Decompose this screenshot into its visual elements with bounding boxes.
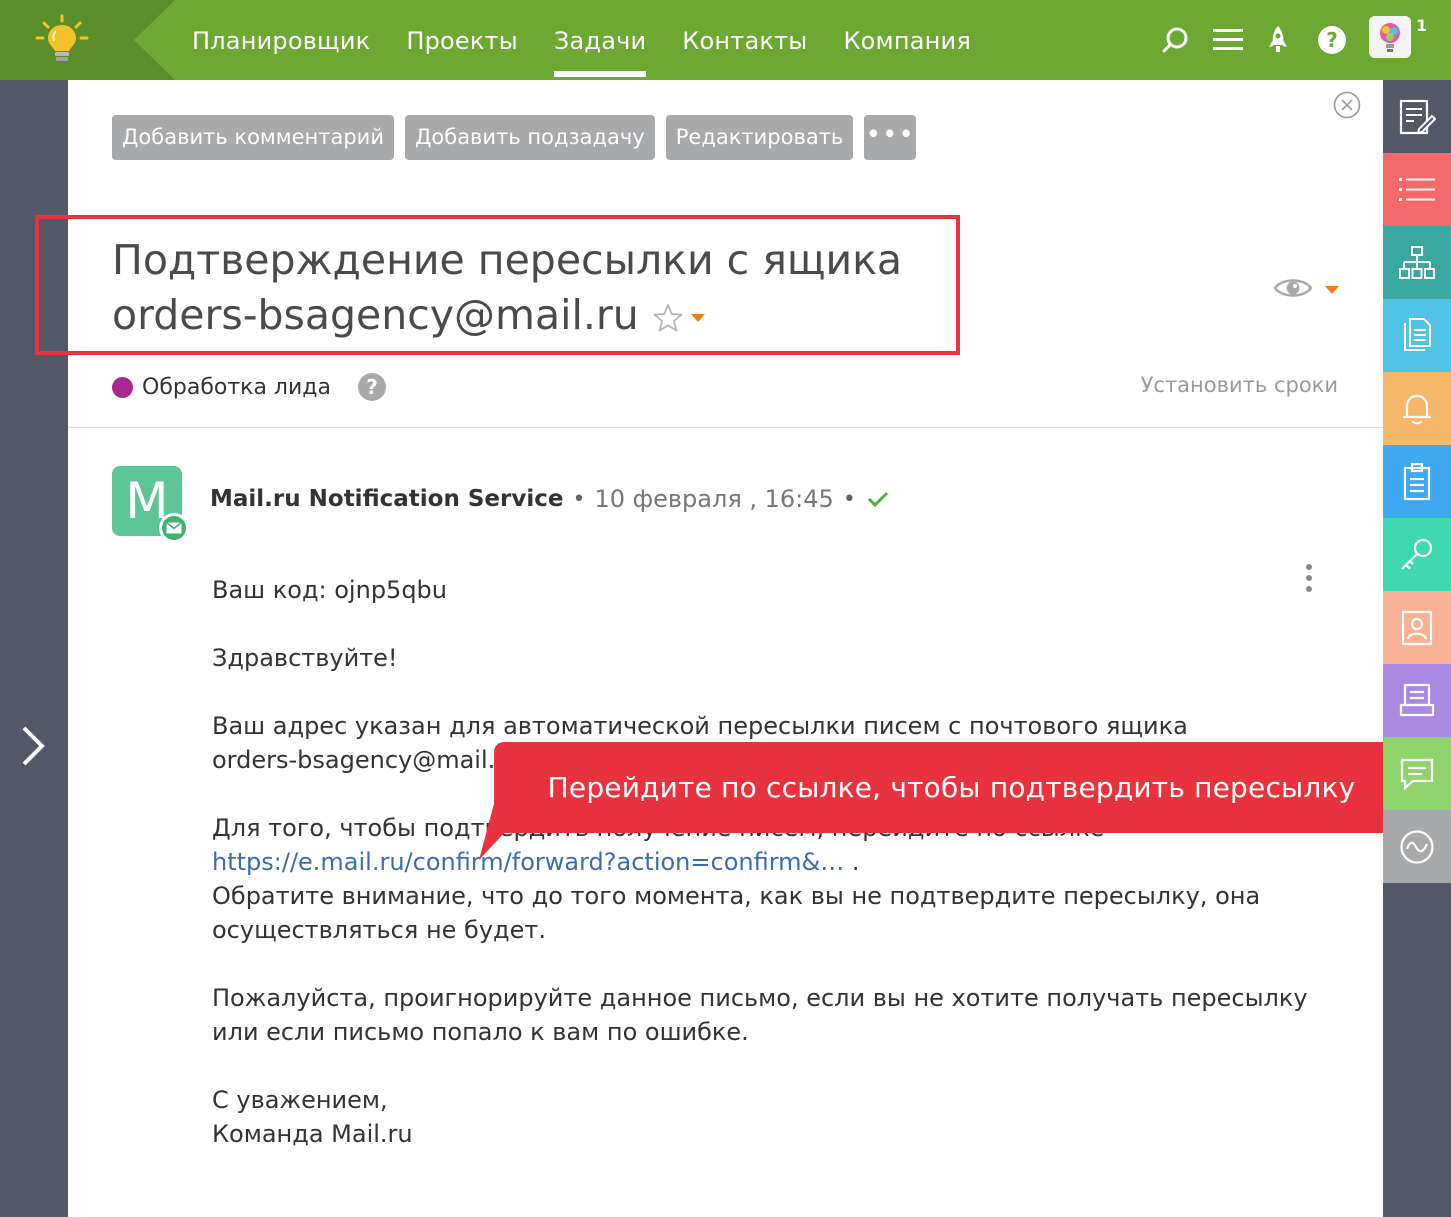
forward-line2: orders-bsagency@mail.ru. — [212, 746, 528, 774]
nav-item-planner[interactable]: Планировщик — [192, 0, 370, 80]
task-title-line2-wrap: orders-bsagency@mail.ru — [112, 288, 932, 343]
greeting: Здравствуйте! — [212, 644, 398, 672]
chat-icon — [1400, 758, 1434, 790]
rail-item-contacts[interactable] — [1383, 591, 1451, 664]
code-line: Ваш код: ojnp5qbu — [212, 576, 447, 604]
nav-item-projects[interactable]: Проекты — [406, 0, 518, 80]
separator-dot: • — [842, 486, 856, 512]
nav-item-tasks[interactable]: Задачи — [553, 0, 647, 80]
set-dates-link[interactable]: Установить сроки — [1141, 373, 1338, 397]
notice-text: Обратите внимание, что до того момента, … — [212, 882, 1261, 944]
activity-icon — [1400, 829, 1434, 864]
key-icon — [1401, 538, 1433, 570]
confirm-link-suffix: . — [844, 848, 860, 876]
rail-item-access[interactable] — [1383, 518, 1451, 591]
task-actions: Добавить комментарий Добавить подзадачу … — [112, 115, 927, 160]
main-nav: Планировщик Проекты Задачи Контакты Комп… — [192, 0, 1007, 80]
rail-item-documents[interactable] — [1383, 299, 1451, 372]
title-dropdown-caret-icon[interactable] — [690, 314, 705, 322]
separator-dot: • — [572, 486, 586, 512]
task-title: Подтверждение пересылки с ящика orders-b… — [112, 233, 932, 343]
task-title-line1: Подтверждение пересылки с ящика — [112, 236, 903, 284]
envelope-icon — [166, 522, 182, 534]
email-badge — [159, 513, 189, 543]
close-icon[interactable] — [1332, 90, 1362, 120]
rail-item-structure[interactable] — [1383, 226, 1451, 299]
user-avatar[interactable] — [1369, 16, 1411, 58]
status-color-dot — [112, 376, 133, 398]
rail-item-print[interactable] — [1383, 664, 1451, 737]
task-panel: Добавить комментарий Добавить подзадачу … — [35, 80, 1383, 1217]
rail-item-edit[interactable] — [1383, 80, 1451, 153]
edit-button[interactable]: Редактировать — [665, 115, 854, 160]
menu-icon[interactable] — [1208, 20, 1248, 60]
message-header: Mail.ru Notification Service • 10 феврал… — [210, 485, 889, 513]
message-body: Ваш код: ojnp5qbu Здравствуйте! Ваш адре… — [212, 573, 1312, 1185]
more-actions-button[interactable]: ••• — [864, 115, 917, 160]
check-icon — [867, 491, 888, 508]
ignore-paragraph: Пожалуйста, проигнорируйте данное письмо… — [212, 984, 1308, 1046]
bell-icon — [1403, 394, 1431, 424]
help-icon[interactable]: ? — [1312, 20, 1352, 60]
printer-icon — [1399, 683, 1435, 716]
divider — [68, 427, 1383, 428]
regards: С уважением, — [212, 1086, 388, 1114]
clipboard-icon — [1403, 462, 1431, 500]
add-comment-button[interactable]: Добавить комментарий — [112, 115, 394, 160]
eye-icon — [1273, 279, 1313, 297]
task-status-row: Обработка лида ? — [112, 370, 386, 404]
lightbulb-logo-icon — [35, 14, 89, 61]
list-icon — [1399, 177, 1435, 201]
status-help-icon[interactable]: ? — [358, 373, 386, 401]
message-author[interactable]: Mail.ru Notification Service — [210, 486, 563, 512]
forward-line1: Ваш адрес указан для автоматической пере… — [212, 712, 1188, 740]
contact-card-icon — [1401, 610, 1433, 645]
rail-item-clipboard[interactable] — [1383, 445, 1451, 518]
notification-count: 1 — [1416, 16, 1428, 35]
logo-arrow-decoration — [134, 0, 175, 80]
search-icon[interactable] — [1155, 20, 1195, 60]
right-rail — [1383, 80, 1451, 1217]
signature-block: С уважением, Команда Mail.ru — [212, 1083, 1312, 1151]
star-icon[interactable] — [653, 303, 683, 333]
add-subtask-button[interactable]: Добавить подзадачу — [404, 115, 655, 160]
status-label[interactable]: Обработка лида — [142, 375, 331, 400]
signature: Команда Mail.ru — [212, 1120, 413, 1148]
documents-icon — [1404, 317, 1431, 351]
rail-item-activity[interactable] — [1383, 810, 1451, 883]
chevron-right-icon[interactable] — [18, 724, 48, 768]
task-title-line2: orders-bsagency@mail.ru — [112, 291, 639, 339]
rocket-icon[interactable] — [1258, 20, 1298, 60]
watchers-toggle[interactable] — [1273, 275, 1343, 301]
rail-item-notifications[interactable] — [1383, 372, 1451, 445]
top-bar: Планировщик Проекты Задачи Контакты Комп… — [0, 0, 1451, 80]
eye-dropdown-caret-icon — [1325, 286, 1339, 294]
nav-item-company[interactable]: Компания — [843, 0, 971, 80]
message-date: 10 февраля , 16:45 — [594, 485, 834, 513]
rail-item-chat[interactable] — [1383, 737, 1451, 810]
rail-item-list[interactable] — [1383, 153, 1451, 226]
instruction-callout: Перейдите по ссылке, чтобы подтвердить п… — [494, 742, 1409, 833]
svg-text:?: ? — [1326, 28, 1338, 52]
edit-note-icon — [1399, 99, 1436, 134]
nav-item-contacts[interactable]: Контакты — [682, 0, 807, 80]
hierarchy-icon — [1399, 245, 1435, 279]
